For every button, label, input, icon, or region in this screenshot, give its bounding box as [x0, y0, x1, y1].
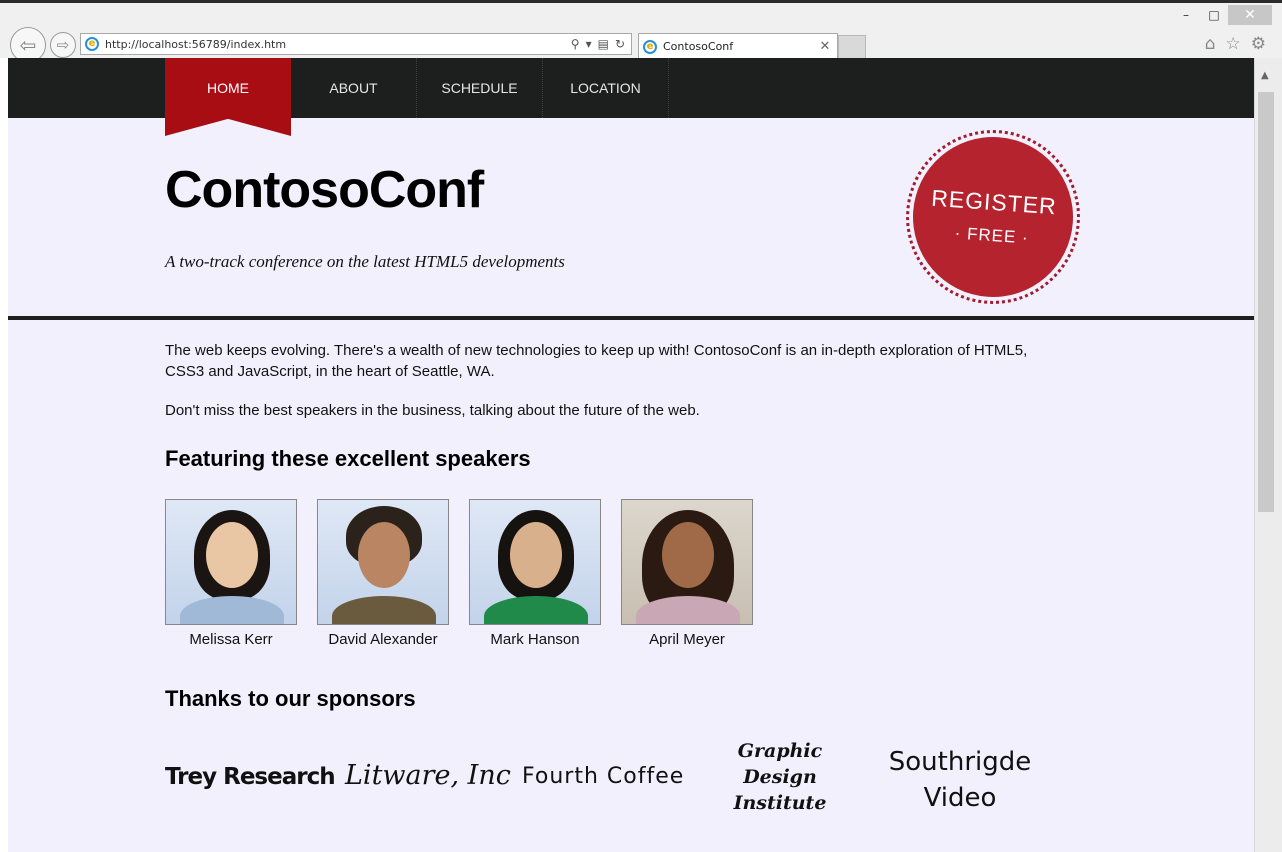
minimize-button[interactable]: – [1172, 5, 1200, 25]
page-viewport: HOME ABOUT SCHEDULE LOCATION ContosoConf… [8, 58, 1254, 852]
speaker-card[interactable]: David Alexander [317, 499, 449, 648]
speaker-photo[interactable] [621, 499, 753, 625]
nav-schedule[interactable]: SCHEDULE [417, 58, 543, 118]
search-icon[interactable]: ⚲ [571, 37, 580, 51]
speaker-name: April Meyer [649, 631, 725, 648]
speaker-card[interactable]: Melissa Kerr [165, 499, 297, 648]
window-controls: – □ ✕ [1172, 5, 1272, 25]
sponsor-logo[interactable]: Litware, Inc [345, 760, 511, 791]
sponsor-list: Trey Research Litware, Inc Fourth Coffee… [165, 738, 1045, 818]
close-window-button[interactable]: ✕ [1228, 5, 1272, 25]
browser-chrome: – □ ✕ ⇦ ⇨ e http://localhost:56789/index… [0, 0, 1282, 63]
address-url[interactable]: http://localhost:56789/index.htm [105, 38, 571, 51]
browser-tab[interactable]: e ContosoConf ✕ [638, 33, 838, 59]
site-tagline: A two-track conference on the latest HTM… [165, 252, 565, 271]
dropdown-icon[interactable]: ▾ [586, 37, 592, 51]
compat-view-icon[interactable]: ▤ [598, 37, 609, 51]
intro-paragraph-2: Don't miss the best speakers in the busi… [165, 402, 700, 419]
home-icon[interactable]: ⌂ [1205, 34, 1216, 54]
nav-location[interactable]: LOCATION [543, 58, 669, 118]
sponsor-logo[interactable]: Fourth Coffee [522, 764, 684, 789]
settings-gear-icon[interactable]: ⚙ [1251, 34, 1266, 54]
speaker-name: Melissa Kerr [189, 631, 273, 648]
speaker-name: Mark Hanson [490, 631, 580, 648]
tab-ie-logo-icon: e [643, 39, 657, 54]
header-divider [8, 316, 1254, 320]
speaker-card[interactable]: Mark Hanson [469, 499, 601, 648]
forward-button[interactable]: ⇨ [50, 32, 76, 58]
speaker-photo[interactable] [317, 499, 449, 625]
site-title: ContosoConf [165, 161, 484, 219]
vertical-scrollbar[interactable]: ▲ [1254, 58, 1282, 852]
sponsor-logo[interactable]: Southrigde Video [885, 744, 1035, 816]
speaker-name: David Alexander [328, 631, 438, 648]
favorites-star-icon[interactable]: ☆ [1226, 34, 1241, 54]
close-icon[interactable]: ✕ [817, 39, 833, 54]
sponsor-logo[interactable]: Graphic Design Institute [725, 738, 835, 816]
sponsors-heading: Thanks to our sponsors [165, 686, 416, 711]
register-label: REGISTER [930, 184, 1058, 219]
speaker-photo[interactable] [165, 499, 297, 625]
site-nav: HOME ABOUT SCHEDULE LOCATION [8, 58, 1254, 136]
scrollbar-thumb[interactable] [1258, 92, 1274, 512]
register-free-label: · FREE · [954, 222, 1030, 248]
nav-home[interactable]: HOME [165, 58, 291, 136]
new-tab-button[interactable] [838, 35, 866, 59]
register-badge[interactable]: REGISTER · FREE · [906, 130, 1080, 304]
register-badge-circle[interactable]: REGISTER · FREE · [907, 131, 1079, 303]
speaker-list: Melissa Kerr David Alexander Mark Hanson [165, 499, 753, 648]
speakers-heading: Featuring these excellent speakers [165, 446, 531, 471]
back-arrow-icon: ⇦ [19, 33, 37, 57]
ie-logo-icon: e [85, 37, 99, 51]
speaker-photo[interactable] [469, 499, 601, 625]
speaker-card[interactable]: April Meyer [621, 499, 753, 648]
address-bar[interactable]: e http://localhost:56789/index.htm ⚲ ▾ ▤… [80, 33, 632, 55]
intro-paragraph: The web keeps evolving. There's a wealth… [165, 342, 1028, 380]
refresh-icon[interactable]: ↻ [615, 37, 625, 51]
tab-title: ContosoConf [663, 40, 734, 53]
maximize-button[interactable]: □ [1200, 5, 1228, 25]
scroll-up-arrow-icon[interactable]: ▲ [1261, 70, 1269, 81]
forward-arrow-icon: ⇨ [56, 36, 70, 54]
nav-about[interactable]: ABOUT [291, 58, 417, 118]
sponsor-logo[interactable]: Trey Research [165, 764, 336, 790]
